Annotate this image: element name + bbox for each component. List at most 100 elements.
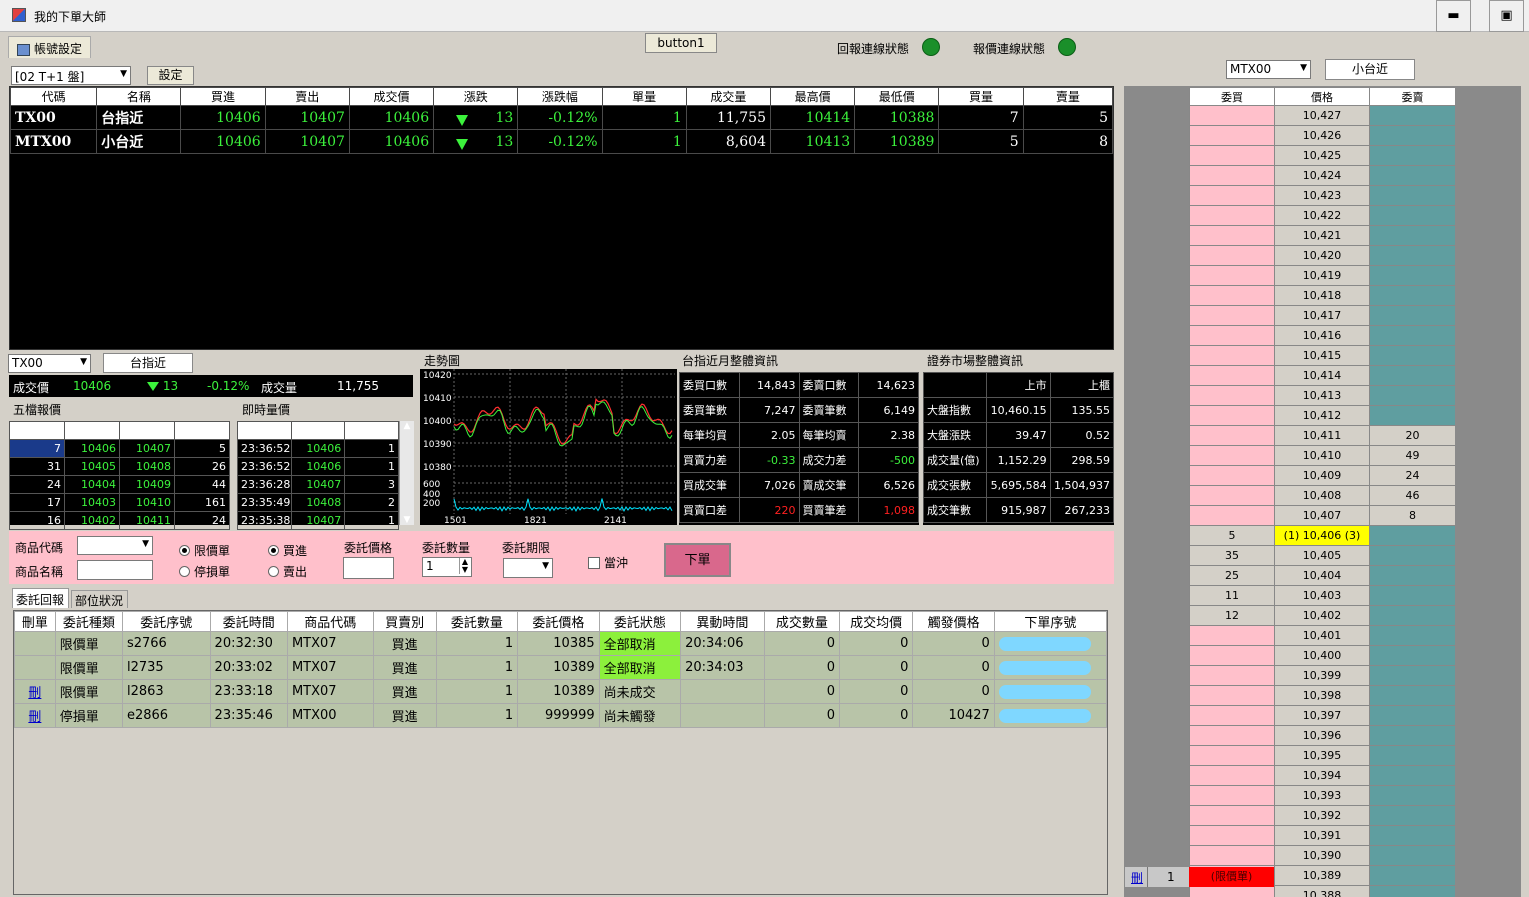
ladder-ask[interactable] — [1369, 385, 1455, 406]
ladder-bid[interactable] — [1189, 785, 1275, 806]
col-header[interactable]: 成交均價 — [839, 611, 914, 632]
ladder-row[interactable]: 35 10,405 — [1189, 545, 1455, 566]
col-header[interactable]: 成交量 — [685, 87, 771, 106]
ladder-price[interactable]: 10,409 — [1274, 465, 1370, 486]
ladder-bid[interactable] — [1189, 185, 1275, 206]
ladder-row[interactable]: 12 10,402 — [1189, 605, 1455, 626]
ladder-bid[interactable] — [1189, 465, 1275, 486]
ladder-delete-link[interactable]: 刪 — [1131, 869, 1143, 886]
ladder-price[interactable]: 10,392 — [1274, 805, 1370, 826]
ladder-ask[interactable] — [1369, 805, 1455, 826]
ladder-row[interactable]: 10,418 — [1189, 285, 1455, 306]
tab-account-settings[interactable]: 帳號設定 — [8, 36, 91, 58]
ladder-bid[interactable]: 12 — [1189, 605, 1275, 626]
order-row[interactable]: 刪停損單 e2866 23:35:46 MTX00 買進 1 999999 尚未觸發 0 0 104… — [14, 703, 1108, 728]
ladder-price[interactable]: 10,402 — [1274, 605, 1370, 626]
quote-row-mtx00[interactable]: MTX00 小台近 10406 10407 10406 13 -0.12% 1 … — [9, 129, 1114, 154]
ladder-price[interactable]: 10,389 — [1274, 865, 1370, 886]
ladder-row[interactable]: 10,419 — [1189, 265, 1455, 286]
ladder-row[interactable]: 10,412 — [1189, 405, 1455, 426]
term-select[interactable]: ▼ — [503, 558, 553, 578]
ladder-ask[interactable] — [1369, 305, 1455, 326]
ladder-ask[interactable] — [1369, 225, 1455, 246]
ladder-row[interactable]: 10,390 — [1189, 845, 1455, 866]
col-header[interactable]: 單量 — [601, 87, 687, 106]
ladder-bid[interactable] — [1189, 705, 1275, 726]
ladder-ask[interactable] — [1369, 625, 1455, 646]
daytrade-checkbox[interactable]: 當沖 — [588, 554, 628, 571]
scroll-down-icon[interactable]: ▼ — [400, 515, 414, 525]
ladder-price[interactable]: 10,396 — [1274, 725, 1370, 746]
quote-row-tx00[interactable]: TX00 台指近 10406 10407 10406 13 -0.12% 1 1… — [9, 105, 1114, 130]
ladder-price[interactable]: 10,418 — [1274, 285, 1370, 306]
set-button[interactable]: 設定 — [147, 66, 194, 85]
ladder-row[interactable]: 10,421 — [1189, 225, 1455, 246]
ladder-ask[interactable]: 8 — [1369, 505, 1455, 526]
ladder-bid[interactable] — [1189, 305, 1275, 326]
col-header[interactable]: 漲跌 — [433, 87, 519, 106]
ladder-ask[interactable]: 49 — [1369, 445, 1455, 466]
ladder-ask[interactable] — [1369, 285, 1455, 306]
ladder-row[interactable]: 10,427 — [1189, 105, 1455, 126]
ladder-ask[interactable] — [1369, 605, 1455, 626]
ladder-bid[interactable] — [1189, 365, 1275, 386]
five-row[interactable]: 24 10404 10409 44 — [9, 475, 230, 494]
order-del[interactable]: 刪 — [14, 703, 56, 728]
ladder-row[interactable]: 10,400 — [1189, 645, 1455, 666]
ladder-bid[interactable] — [1189, 145, 1275, 166]
ladder-row[interactable]: 10,393 — [1189, 785, 1455, 806]
ladder-price[interactable]: 10,404 — [1274, 565, 1370, 586]
ladder-row[interactable]: 10,392 — [1189, 805, 1455, 826]
qty-stepper[interactable]: 1 ▲ ▼ — [422, 557, 472, 577]
ladder-price[interactable]: 10,417 — [1274, 305, 1370, 326]
ladder-bid[interactable] — [1189, 425, 1275, 446]
ladder-row[interactable]: 10,426 — [1189, 125, 1455, 146]
ladder-bid[interactable] — [1189, 245, 1275, 266]
ladder-row[interactable]: 10,407 8 — [1189, 505, 1455, 526]
ladder-ask[interactable] — [1369, 165, 1455, 186]
ladder-ask[interactable] — [1369, 885, 1455, 897]
ladder-row[interactable]: 10,416 — [1189, 325, 1455, 346]
col-header[interactable]: 異動時間 — [680, 611, 765, 632]
ladder-row[interactable]: 10,422 — [1189, 205, 1455, 226]
ladder-ask[interactable]: 24 — [1369, 465, 1455, 486]
ladder-price[interactable]: 10,426 — [1274, 125, 1370, 146]
col-header[interactable]: 委託數量 — [435, 611, 519, 632]
ladder-price[interactable]: 10,416 — [1274, 325, 1370, 346]
ladder-row[interactable]: 10,415 — [1189, 345, 1455, 366]
ladder-row[interactable]: 10,420 — [1189, 245, 1455, 266]
ladder-row[interactable]: 10,414 — [1189, 365, 1455, 386]
five-row[interactable]: 17 10403 10410 161 — [9, 493, 230, 512]
ladder-bid[interactable] — [1189, 125, 1275, 146]
col-header[interactable]: 委託種類 — [54, 611, 123, 632]
ladder-row[interactable]: 10,424 — [1189, 165, 1455, 186]
ladder-bid[interactable] — [1189, 285, 1275, 306]
ladder-bid[interactable]: 25 — [1189, 565, 1275, 586]
ladder-price[interactable]: 10,421 — [1274, 225, 1370, 246]
ladder-bid[interactable] — [1189, 625, 1275, 646]
col-header[interactable]: 成交價 — [348, 87, 435, 106]
ladder-ask[interactable] — [1369, 125, 1455, 146]
product-code-select[interactable]: ▼ — [77, 536, 153, 555]
ladder-row[interactable]: 10,399 — [1189, 665, 1455, 686]
ladder-ask[interactable] — [1369, 145, 1455, 166]
ladder-ask[interactable] — [1369, 685, 1455, 706]
ladder-row[interactable]: 10,413 — [1189, 385, 1455, 406]
ladder-order-row[interactable]: 刪 1 — [1125, 867, 1189, 887]
col-header[interactable]: 委託時間 — [209, 611, 288, 632]
col-header[interactable]: 委託狀態 — [598, 611, 682, 632]
tab-positions[interactable]: 部位狀況 — [71, 590, 128, 608]
ladder-price[interactable]: 10,394 — [1274, 765, 1370, 786]
stop-radio[interactable]: 停損單 — [179, 563, 230, 580]
ladder-ask[interactable]: 20 — [1369, 425, 1455, 446]
col-header[interactable]: 委託價格 — [517, 611, 600, 632]
ladder-price[interactable]: 10,414 — [1274, 365, 1370, 386]
ladder-row[interactable]: 10,395 — [1189, 745, 1455, 766]
tab-reports[interactable]: 委託回報 — [12, 588, 69, 608]
ladder-price[interactable]: 10,420 — [1274, 245, 1370, 266]
ladder-ask[interactable] — [1369, 365, 1455, 386]
ladder-row[interactable]: 25 10,404 — [1189, 565, 1455, 586]
ladder-price[interactable]: 10,397 — [1274, 705, 1370, 726]
col-header[interactable]: 委託序號 — [121, 611, 211, 632]
ladder-bid[interactable] — [1189, 685, 1275, 706]
